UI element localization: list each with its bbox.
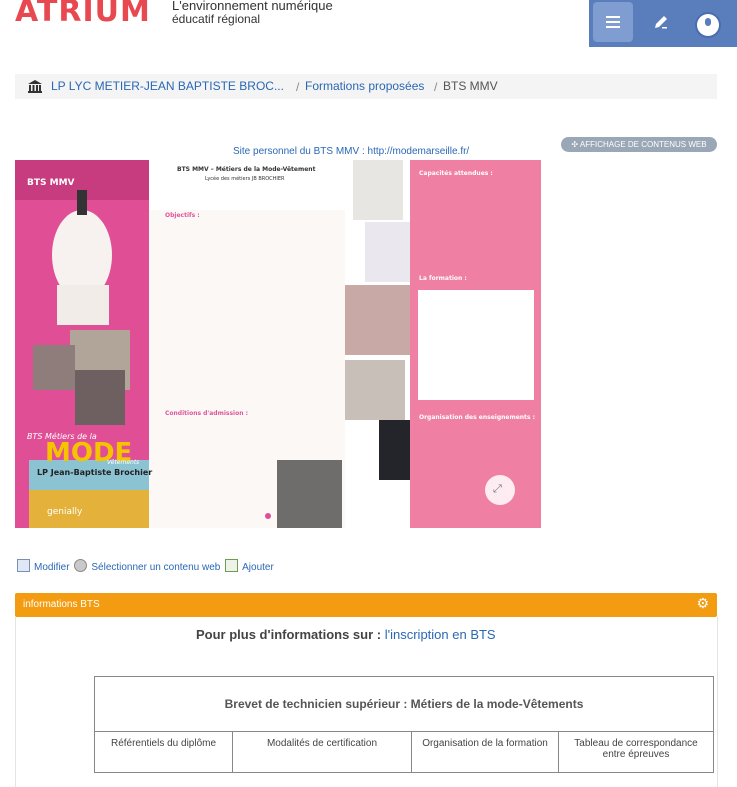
table-header-cell: Organisation de la formation xyxy=(411,731,559,773)
edit-mode-button[interactable] xyxy=(641,2,681,42)
building-icon[interactable] xyxy=(27,79,43,93)
breadcrumb-formations-link[interactable]: Formations proposées xyxy=(305,79,424,93)
logo-tagline-2: éducatif régional xyxy=(172,12,261,26)
breadcrumb-school-link[interactable]: LP LYC METIER-JEAN BAPTISTE BROC... xyxy=(51,79,284,93)
poster-header: BTS MMV xyxy=(27,178,75,188)
genially-logo[interactable]: genially xyxy=(47,507,82,517)
poster-school: LP Jean-Baptiste Brochier xyxy=(37,468,153,477)
poster-heading: BTS MMV – Métiers de la Mode-Vêtement xyxy=(177,166,316,173)
gear-icon[interactable]: ⚙ xyxy=(696,596,709,612)
hamburger-icon xyxy=(593,2,633,42)
add-link[interactable]: Ajouter xyxy=(242,562,274,573)
breadcrumb-separator: / xyxy=(296,80,300,94)
web-content-badge-label: AFFICHAGE DE CONTENUS WEB xyxy=(579,140,707,149)
table-title: Brevet de technicien supérieur : Métiers… xyxy=(94,676,714,732)
table-header-cell: Référentiels du diplôme xyxy=(94,731,233,773)
capacites-title: Capacités attendues : xyxy=(419,170,493,177)
modify-link[interactable]: Modifier xyxy=(34,562,70,573)
logo-wordmark: ATRIUM xyxy=(15,0,151,29)
select-content-link[interactable]: Sélectionner un contenu web xyxy=(91,562,220,573)
organisation-title: Organisation des enseignements : xyxy=(419,414,535,421)
portlet-header: informations BTS ⚙ xyxy=(15,593,717,617)
menu-button[interactable] xyxy=(593,2,633,42)
table-header-cell: Modalités de certification xyxy=(232,731,412,773)
conditions-title: Conditions d'admission : xyxy=(165,410,248,417)
add-icon xyxy=(225,559,239,572)
formation-title: La formation : xyxy=(419,275,467,282)
edit-toolbar: Modifier Sélectionner un contenu web Ajo… xyxy=(15,559,274,573)
breadcrumb-separator: / xyxy=(434,80,438,94)
breadcrumb: LP LYC METIER-JEAN BAPTISTE BROC... / Fo… xyxy=(15,74,717,99)
objectifs-title: Objectifs : xyxy=(165,212,200,219)
poster-brand-line3: Vêtements xyxy=(107,459,140,466)
expand-icon[interactable]: ⤢ xyxy=(493,482,502,496)
breadcrumb-current: BTS MMV xyxy=(443,79,498,93)
genially-poster[interactable]: BTS MMV BTS MMV – Métiers de la Mode-Vêt… xyxy=(15,160,541,528)
table-header-cell: Tableau de correspondance entre épreuves xyxy=(558,731,714,773)
bts-table: Brevet de technicien supérieur : Métiers… xyxy=(94,676,714,773)
poster-subheading: Lycée des métiers JB BROCHIER xyxy=(205,176,285,182)
move-icon: ✣ xyxy=(571,140,580,149)
site-link[interactable]: Site personnel du BTS MMV : http://modem… xyxy=(233,146,469,157)
more-info-line: Pour plus d'informations sur : l'inscrip… xyxy=(196,627,496,642)
pencil-icon xyxy=(641,2,681,42)
settings-icon xyxy=(74,559,88,572)
portlet-title: informations BTS xyxy=(23,599,100,610)
top-toolbar xyxy=(589,0,737,47)
web-content-badge: ✣ AFFICHAGE DE CONTENUS WEB xyxy=(561,137,717,152)
user-icon[interactable] xyxy=(697,14,719,36)
edit-icon xyxy=(17,559,30,572)
more-info-lead: Pour plus d'informations sur : xyxy=(196,627,382,642)
inscription-link[interactable]: l'inscription en BTS xyxy=(385,627,496,642)
